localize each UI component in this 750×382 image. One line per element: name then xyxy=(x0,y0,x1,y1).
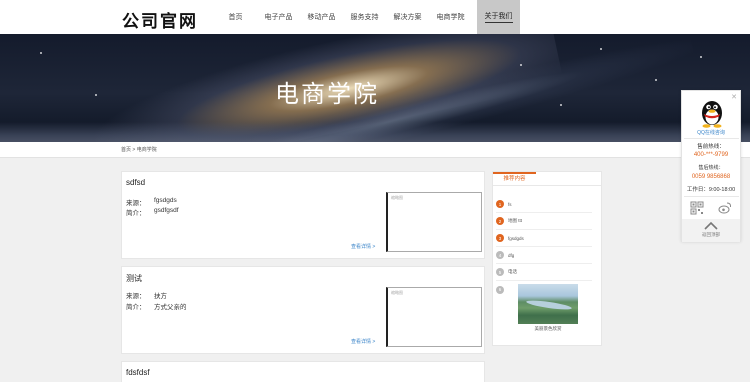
source-value: 扶方 xyxy=(154,293,167,300)
recommend-item[interactable]: 4 dfg xyxy=(496,247,592,264)
main-nav: 首页 电子产品 移动产品 服务支持 解决方案 电商学院 关于我们 xyxy=(215,0,522,34)
nav-item-home[interactable]: 首页 xyxy=(215,0,256,34)
banner-cloud-layer xyxy=(0,122,750,142)
breadcrumb-separator: > xyxy=(132,147,136,153)
weibo-icon[interactable] xyxy=(718,201,732,215)
intro-value: 方式父亲的 xyxy=(154,304,187,311)
recommend-item[interactable]: 2 地图 ttt xyxy=(496,213,592,230)
qq-penguin-icon[interactable] xyxy=(698,96,726,128)
thumbnail-alt-text: 缩略图 xyxy=(391,290,403,295)
back-to-top-label: 返回顶部 xyxy=(702,232,720,237)
recommend-item[interactable]: 3 fgsdgds xyxy=(496,230,592,247)
recommend-item[interactable]: 1 fs xyxy=(496,196,592,213)
close-icon[interactable]: ✕ xyxy=(731,93,737,101)
article-source: 来源： 扶方 xyxy=(126,290,167,300)
recommend-item-label: fs xyxy=(508,201,512,207)
article-title[interactable]: fdsfdsf xyxy=(126,368,150,377)
image-river xyxy=(525,298,573,312)
breadcrumb-bar: 首页 > 电商学院 xyxy=(0,142,750,158)
intro-value: gsdfgsdf xyxy=(154,207,179,214)
star xyxy=(700,56,702,58)
chevron-up-icon xyxy=(704,221,718,230)
article-thumbnail[interactable]: 缩略图 xyxy=(386,192,482,252)
article-intro: 简介： gsdfgsdf xyxy=(126,207,179,217)
after-sales-label: 售后热线： xyxy=(698,165,724,171)
hotline-number: 400-***-9799 xyxy=(693,152,729,158)
nav-item-about[interactable]: 关于我们 xyxy=(477,0,520,34)
nav-item-academy[interactable]: 电商学院 xyxy=(430,0,471,34)
read-more-link[interactable]: 查看详情 > xyxy=(351,338,375,345)
article-source: 来源： fgsdgds xyxy=(126,197,177,207)
recommend-item[interactable]: 5 电话 xyxy=(496,264,592,281)
recommend-item-label: 电话 xyxy=(508,269,517,274)
rank-badge: 4 xyxy=(496,251,504,259)
nav-item-support[interactable]: 服务支持 xyxy=(344,0,385,34)
read-more-link[interactable]: 查看详情 > xyxy=(351,243,375,250)
source-value: fgsdgds xyxy=(154,197,177,204)
back-to-top-button[interactable]: 返回顶部 xyxy=(682,219,740,242)
article-card: fdsfdsf xyxy=(121,361,485,382)
hotline-label: 售前热线： xyxy=(697,144,725,150)
customer-service-panel: ✕ QQ在线咨询 售前热线： 400-***-9799 售后热线： 0059 9… xyxy=(681,90,741,242)
rank-badge: 6 xyxy=(496,285,504,294)
intro-label: 简介： xyxy=(126,304,146,311)
divider xyxy=(684,138,739,139)
article-intro: 简介： 方式父亲的 xyxy=(126,301,187,311)
article-card: 测试 来源： 扶方 简介： 方式父亲的 查看详情 > 缩略图 xyxy=(121,266,485,354)
nav-item-electronics[interactable]: 电子产品 xyxy=(258,0,299,34)
article-card: sdfsd 来源： fgsdgds 简介： gsdfgsdf 查看详情 > 缩略… xyxy=(121,171,485,259)
recommend-landscape-image[interactable] xyxy=(518,284,578,324)
site-logo[interactable]: 公司官网 xyxy=(122,7,198,32)
star xyxy=(40,52,42,54)
recommend-item-label: 地图 ttt xyxy=(508,218,523,223)
article-title[interactable]: sdfsd xyxy=(126,178,145,187)
star xyxy=(600,48,602,50)
working-hours: 工作日：9:00-18:00 xyxy=(686,187,736,193)
breadcrumb-current[interactable]: 电商学院 xyxy=(137,147,157,153)
rank-badge: 5 xyxy=(496,268,504,276)
nav-item-mobile[interactable]: 移动产品 xyxy=(301,0,342,34)
recommend-image-caption[interactable]: 美丽景色欣赏 xyxy=(513,326,583,332)
hero-banner: 电商学院 xyxy=(0,34,750,142)
nav-item-solutions[interactable]: 解决方案 xyxy=(387,0,428,34)
article-thumbnail[interactable]: 缩略图 xyxy=(386,287,482,347)
star xyxy=(520,64,522,66)
recommend-item-label: dfg xyxy=(508,252,515,258)
rank-badge: 1 xyxy=(496,200,504,208)
recommend-panel: 推荐内容 1 fs 2 地图 ttt 3 fgsdgds 4 dfg 5 电话 6 美丽景… xyxy=(492,171,602,346)
qrcode-icon[interactable] xyxy=(690,201,704,215)
divider xyxy=(684,196,739,197)
breadcrumb: 首页 > 电商学院 xyxy=(121,146,157,153)
source-label: 来源： xyxy=(126,293,146,300)
banner-title: 电商学院 xyxy=(275,81,379,108)
rank-badge: 3 xyxy=(496,234,504,242)
article-title[interactable]: 测试 xyxy=(126,273,142,284)
qq-consult-link[interactable]: QQ在线咨询 xyxy=(682,129,740,136)
source-label: 来源： xyxy=(126,200,146,207)
intro-label: 简介： xyxy=(126,210,146,217)
after-sales-number: 0059 9856868 xyxy=(691,174,731,180)
site-header: 公司官网 首页 电子产品 移动产品 服务支持 解决方案 电商学院 关于我们 xyxy=(0,0,750,34)
recommend-item-label: fgsdgds xyxy=(508,235,524,241)
recommend-divider xyxy=(493,185,601,186)
rank-badge: 2 xyxy=(496,217,504,225)
thumbnail-alt-text: 缩略图 xyxy=(391,195,403,200)
breadcrumb-home[interactable]: 首页 xyxy=(121,147,131,153)
recommend-tab[interactable]: 推荐内容 xyxy=(493,172,536,185)
